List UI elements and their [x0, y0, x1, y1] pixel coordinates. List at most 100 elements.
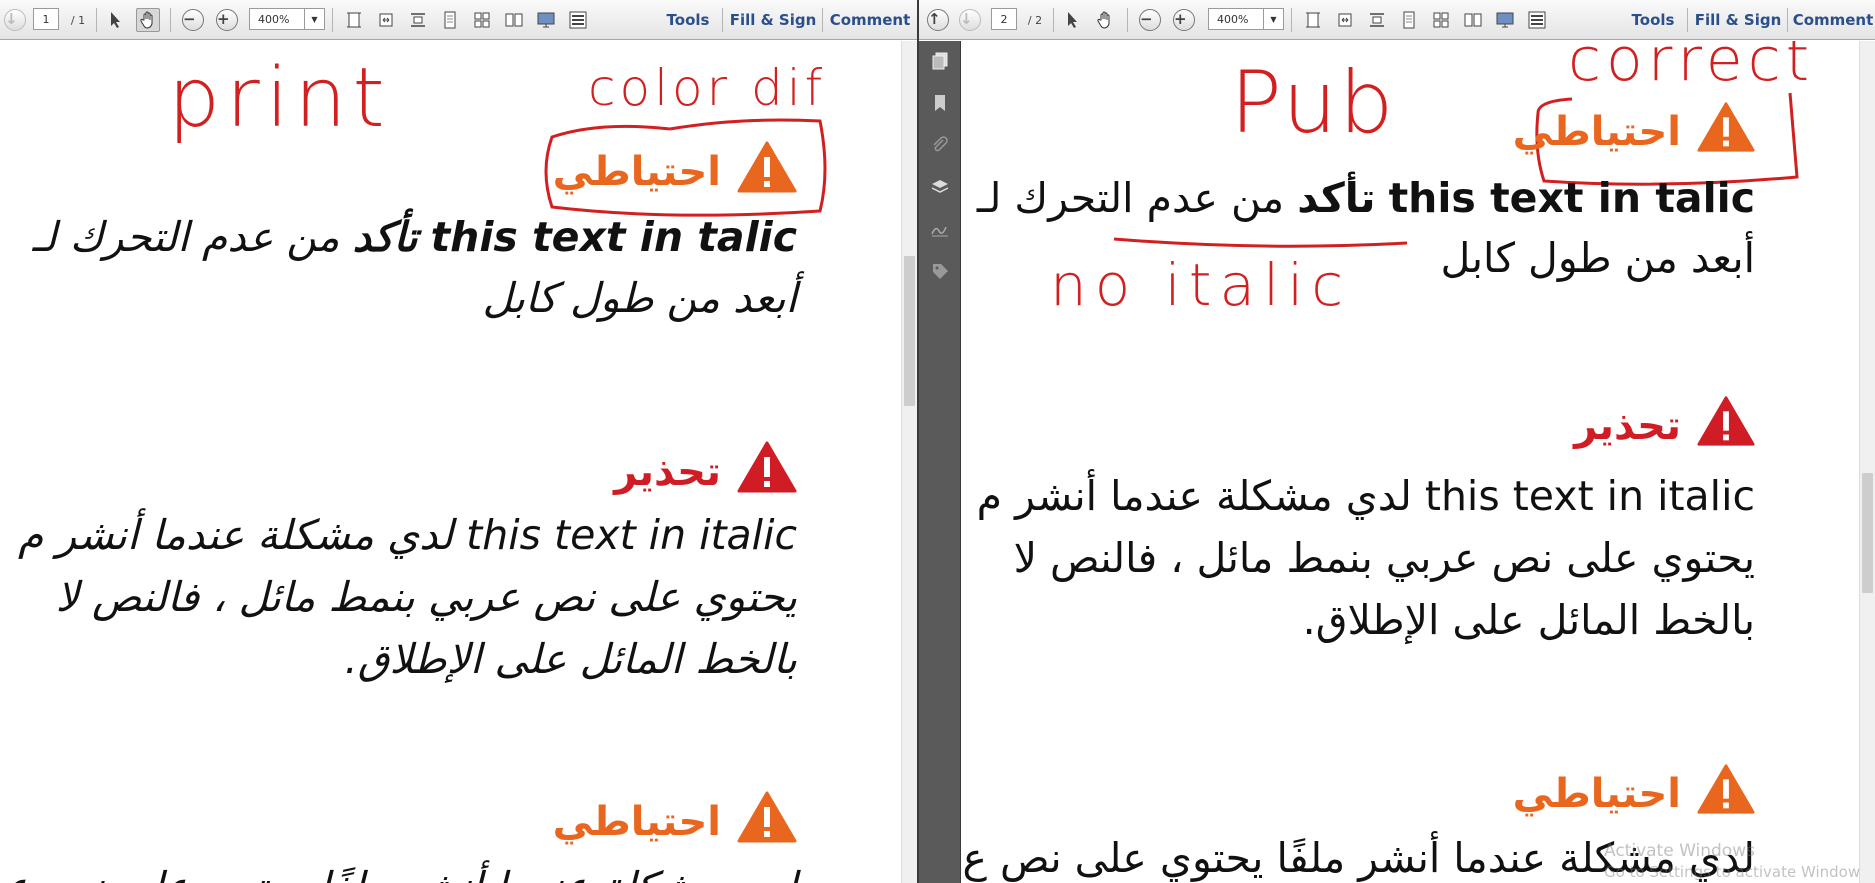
cursor-icon — [111, 12, 120, 28]
plus-icon: + — [1173, 9, 1195, 31]
right-single-page-button[interactable] — [1397, 8, 1421, 32]
left-fill-sign-link[interactable]: Fill & Sign — [728, 8, 818, 32]
actual-size-icon — [1370, 13, 1384, 27]
right-two-page-button[interactable] — [1461, 8, 1485, 32]
right-zoom-dropdown[interactable]: ▼ — [1264, 8, 1284, 30]
arrow-up-icon: ↑ — [927, 9, 949, 31]
right-prev-page-button[interactable]: ↑ — [927, 8, 949, 32]
right-vertical-scrollbar[interactable] — [1859, 41, 1875, 883]
windows-activation-watermark-title: Activate Windows — [1604, 841, 1755, 861]
navigation-panel — [919, 41, 961, 883]
right-full-screen-button[interactable] — [1493, 8, 1517, 32]
right-fit-width-button[interactable] — [1333, 8, 1357, 32]
left-scroll-pages-button[interactable] — [470, 8, 494, 32]
left-scrollbar-thumb[interactable] — [904, 256, 915, 406]
arrow-down-icon: ↓ — [959, 9, 981, 31]
left-zoom-out-button[interactable]: − — [182, 8, 204, 32]
layers-icon[interactable] — [928, 175, 952, 199]
caution-heading-1: احتياطي — [553, 141, 797, 203]
warning-triangle-icon — [1697, 101, 1755, 163]
caution-heading-2: احتياطي — [1513, 763, 1755, 825]
left-two-page-button[interactable] — [502, 8, 526, 32]
warning-triangle-icon — [1697, 763, 1755, 825]
line-1-english: this text in talic — [1388, 174, 1755, 222]
caution-heading-2: احتياطي — [553, 791, 797, 853]
warning-heading: تحذير — [1574, 395, 1755, 457]
right-scroll-pages-button[interactable] — [1429, 8, 1453, 32]
right-scrollbar-thumb[interactable] — [1862, 473, 1873, 593]
annotation-print: print — [168, 51, 391, 146]
caution-heading-2-text: احتياطي — [552, 799, 721, 845]
page-thumbnails-icon[interactable] — [928, 49, 952, 73]
right-toolbar: ↑ ↓ 2 / 2 − + 400% ▼ Tools Fill & Sign C… — [919, 0, 1875, 40]
left-prev-page-button[interactable]: ↓ — [4, 8, 26, 32]
left-zoom-in-button[interactable]: + — [216, 8, 238, 32]
left-comment-link[interactable]: Comment — [828, 8, 912, 32]
left-page-number-input[interactable]: 1 — [33, 8, 59, 30]
single-page-icon — [1403, 11, 1415, 29]
left-reading-mode-button[interactable] — [566, 8, 590, 32]
warning-para-1: this text in italic لدي مشكلة عندما أنشر… — [977, 465, 1755, 527]
caution-line-1: this text in talic تأكد من عدم التحرك لـ — [977, 167, 1755, 229]
right-zoom-out-button[interactable]: − — [1139, 8, 1161, 32]
warning-para-1: this text in italic لدي مشكلة عندما أنشر… — [18, 504, 797, 566]
left-single-page-button[interactable] — [438, 8, 462, 32]
arrow-down-icon: ↓ — [4, 9, 26, 31]
line-1-arabic: من عدم التحرك لـ — [32, 213, 340, 261]
left-hand-tool-button[interactable] — [136, 8, 160, 32]
caution-line-1: this text in talic تأكد من عدم التحرك لـ — [32, 206, 797, 268]
warning-heading: تحذير — [614, 441, 797, 503]
caution-line-2: أبعد من طول كابل — [1440, 234, 1755, 282]
right-actual-size-button[interactable] — [1365, 8, 1389, 32]
left-fit-width-button[interactable] — [374, 8, 398, 32]
cursor-icon — [1068, 12, 1077, 28]
right-zoom-in-button[interactable]: + — [1173, 8, 1195, 32]
right-page-number-input[interactable]: 2 — [991, 8, 1017, 30]
left-vertical-scrollbar[interactable] — [901, 41, 917, 883]
left-toolbar: ↓ 1 / 1 − + 400% ▼ Tools Fill & Sign Com… — [0, 0, 917, 40]
signatures-icon[interactable] — [928, 217, 952, 241]
hand-icon — [1097, 11, 1110, 29]
para-1-arabic: لدي مشكلة عندما أنشر م — [17, 511, 454, 559]
bookmarks-icon[interactable] — [928, 91, 952, 115]
minus-icon: − — [1139, 9, 1161, 31]
line-1-arabic: من عدم التحرك لـ — [976, 174, 1285, 222]
right-fill-sign-link[interactable]: Fill & Sign — [1693, 8, 1783, 32]
line-1-arabic-bold: تأكد — [352, 213, 418, 261]
right-reading-mode-button[interactable] — [1525, 8, 1549, 32]
left-full-screen-button[interactable] — [534, 8, 558, 32]
warning-heading-text: تحذير — [1574, 403, 1681, 449]
right-hand-tool-button[interactable] — [1093, 8, 1117, 32]
para-1-english: this text in italic — [1424, 472, 1755, 520]
scroll-pages-icon — [1433, 12, 1449, 28]
left-select-tool-button[interactable] — [104, 8, 128, 32]
right-page-total: / 2 — [1027, 13, 1043, 27]
monitor-icon — [537, 12, 555, 28]
warning-heading-text: تحذير — [614, 449, 721, 495]
left-actual-size-button[interactable] — [406, 8, 430, 32]
reading-mode-icon — [569, 11, 587, 29]
two-page-icon — [505, 13, 523, 27]
left-document-page: print color dif احتياطي this text in tal… — [0, 41, 917, 883]
fit-width-icon — [1338, 13, 1352, 27]
annotation-no-italic: no italic — [1050, 251, 1352, 319]
warning-triangle-icon — [737, 141, 797, 203]
actual-size-icon — [411, 13, 425, 27]
monitor-icon — [1496, 12, 1514, 28]
minus-icon: − — [182, 9, 204, 31]
left-zoom-dropdown[interactable]: ▼ — [305, 8, 325, 30]
reading-mode-icon — [1528, 11, 1546, 29]
warning-triangle-icon — [737, 441, 797, 503]
right-next-page-button[interactable]: ↓ — [959, 8, 981, 32]
attachments-icon[interactable] — [928, 133, 952, 157]
right-tools-link[interactable]: Tools — [1625, 8, 1681, 32]
right-comment-link[interactable]: Comment — [1791, 8, 1875, 32]
tags-icon[interactable] — [928, 259, 952, 283]
left-zoom-input[interactable]: 400% — [249, 8, 305, 30]
left-tools-link[interactable]: Tools — [660, 8, 716, 32]
right-zoom-input[interactable]: 400% — [1208, 8, 1264, 30]
right-select-tool-button[interactable] — [1061, 8, 1085, 32]
left-fit-page-button[interactable] — [342, 8, 366, 32]
right-fit-page-button[interactable] — [1301, 8, 1325, 32]
windows-activation-watermark-subtitle: Go to Settings to activate Windows. — [1604, 863, 1873, 881]
